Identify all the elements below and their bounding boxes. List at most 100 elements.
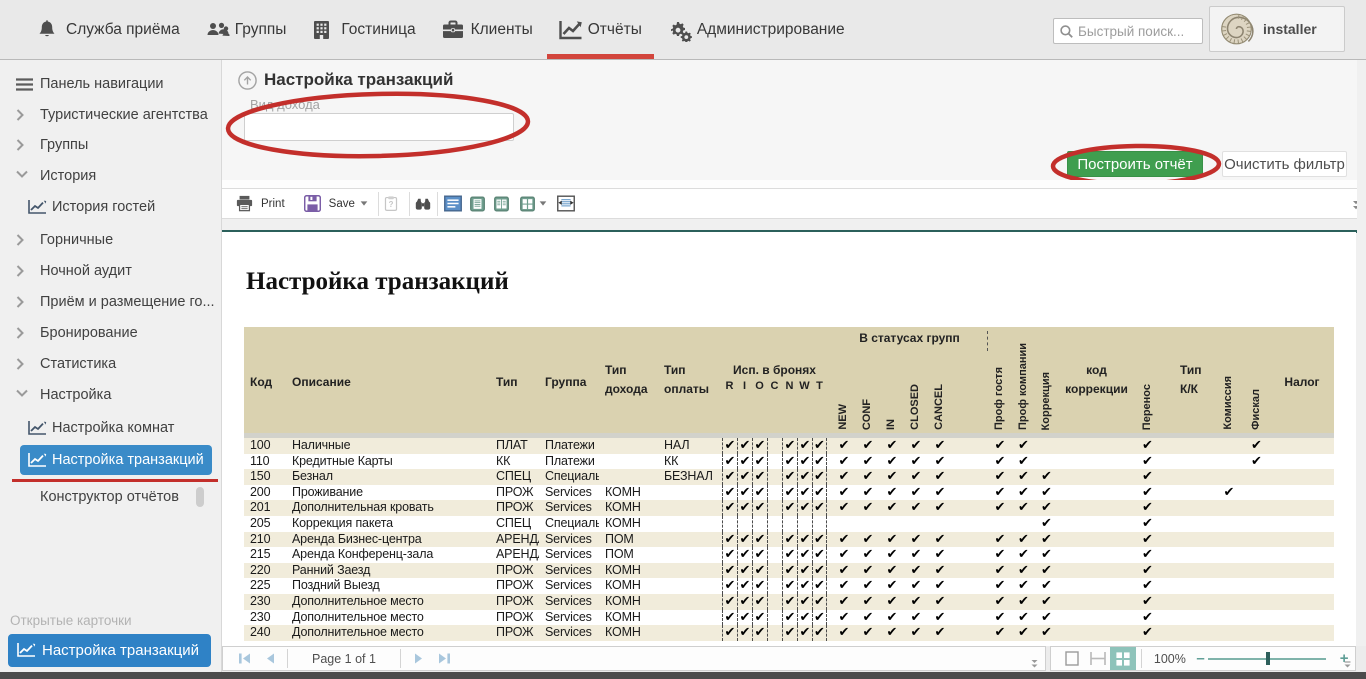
nav-tab-administration[interactable]: Администрирование <box>656 0 857 59</box>
cell-income: КОМН <box>599 594 658 610</box>
cell-status-cancel: ✔ <box>928 500 952 516</box>
save-dropdown-caret-icon[interactable] <box>360 201 368 206</box>
open-card-transaction-settings[interactable]: Настройка транзакций <box>8 634 211 667</box>
cell-status-closed: ✔ <box>904 438 928 454</box>
cell-group: Services <box>539 532 599 548</box>
sidebar-item-groups[interactable]: Группы <box>0 130 221 160</box>
zoom-overflow-icon[interactable] <box>1343 661 1352 669</box>
zoom-out-button[interactable]: – <box>1193 650 1209 667</box>
clear-filter-button[interactable]: Очистить фильтр <box>1222 151 1347 177</box>
user-menu[interactable]: installer <box>1209 6 1345 52</box>
cell-bookings-T: ✔ <box>812 469 827 485</box>
sidebar-item-statistics[interactable]: Статистика <box>0 349 221 379</box>
sidebar-item-settings[interactable]: Настройка <box>0 380 221 410</box>
nav-tab-reception[interactable]: Служба приёма <box>25 0 192 59</box>
view-mode-caret-icon[interactable] <box>539 201 547 206</box>
income-type-input[interactable] <box>244 113 514 141</box>
nav-tab-clients[interactable]: Клиенты <box>430 0 545 59</box>
one-page-icon[interactable] <box>1059 647 1085 670</box>
prev-page-button[interactable] <box>257 647 283 670</box>
cell-status-in: ✔ <box>880 532 904 548</box>
cell-desc: Безнал <box>286 469 490 485</box>
sidebar-item-housekeeping[interactable]: Горничные <box>0 225 221 255</box>
table-row[interactable]: 220Ранний ЗаездПРОЖServicesКОМН✔✔✔✔✔✔✔✔✔… <box>244 563 1334 579</box>
cell-bookings-W: ✔ <box>797 563 812 579</box>
cell-type: ПЛАТ <box>490 438 539 454</box>
sidebar-item-transaction-settings[interactable]: Настройка транзакций <box>20 445 212 475</box>
cell-corr_code <box>1058 485 1135 501</box>
save-button[interactable]: Save <box>304 195 368 212</box>
nav-tab-label: Клиенты <box>471 21 533 39</box>
table-row[interactable]: 215Аренда Конференц-залаАРЕНДАServicesПО… <box>244 547 1334 563</box>
col-header-commission: Комиссия <box>1222 376 1236 430</box>
nav-tab-groups[interactable]: Группы <box>194 0 299 59</box>
sidebar-item-booking[interactable]: Бронирование <box>0 318 221 348</box>
sidebar-item-history[interactable]: История <box>0 161 221 191</box>
table-row[interactable]: 230Дополнительное местоПРОЖServicesКОМН✔… <box>244 594 1334 610</box>
cell-type: ПРОЖ <box>490 578 539 594</box>
build-report-button[interactable]: Построить отчёт <box>1067 151 1203 177</box>
table-row[interactable]: 225Поздний ВыездПРОЖServicesКОМН✔✔✔✔✔✔✔✔… <box>244 578 1334 594</box>
pagination-overflow-icon[interactable] <box>1030 659 1039 669</box>
table-row[interactable]: 210Аренда Бизнес-центраАРЕНДАServicesПОМ… <box>244 532 1334 548</box>
col-header-correction: Коррекция <box>1040 372 1054 430</box>
cell-type: ПРОЖ <box>490 485 539 501</box>
cell-status-in: ✔ <box>880 485 904 501</box>
last-page-button[interactable] <box>431 647 457 670</box>
view-multi-page-button[interactable] <box>520 196 547 212</box>
nav-tab-hotel[interactable]: Гостиница <box>300 0 427 59</box>
cell-company: ✔ <box>1012 469 1035 485</box>
cell-guest: ✔ <box>988 469 1012 485</box>
table-row[interactable]: 240Дополнительное местоПРОЖServicesКОМН✔… <box>244 625 1334 641</box>
search-input[interactable] <box>1078 24 1193 39</box>
table-row[interactable]: 100НаличныеПЛАТПлатежиНАЛ✔✔✔✔✔✔✔✔✔✔✔✔✔✔✔ <box>244 438 1334 454</box>
nav-tab-reports[interactable]: Отчёты <box>547 0 654 59</box>
cell-spacer <box>952 547 988 563</box>
find-button[interactable] <box>415 197 431 211</box>
sidebar-scrollbar-thumb[interactable] <box>196 487 204 507</box>
sidebar-item-guest-history[interactable]: История гостей <box>0 192 221 222</box>
cell-status-cancel: ✔ <box>928 578 952 594</box>
table-row[interactable]: 110Кредитные КартыККПлатежиКК✔✔✔✔✔✔✔✔✔✔✔… <box>244 454 1334 470</box>
cell-tax <box>1270 516 1334 532</box>
cell-guest: ✔ <box>988 500 1012 516</box>
cell-pay <box>658 547 722 563</box>
page-width-button[interactable] <box>557 195 575 212</box>
col-header-corr_code: код коррекции <box>1058 361 1135 399</box>
users-icon <box>206 20 228 40</box>
view-facing-pages-button[interactable] <box>494 196 509 212</box>
fit-width-icon[interactable] <box>1085 647 1111 670</box>
zoom-slider-handle[interactable] <box>1266 652 1270 665</box>
cell-status-new: ✔ <box>832 454 856 470</box>
table-row[interactable]: 201Дополнительная кроватьПРОЖServicesКОМ… <box>244 500 1334 516</box>
cell-income <box>599 438 658 454</box>
circle-up-icon[interactable] <box>238 71 257 90</box>
pagination-bar: Page 1 of 1 <box>222 646 1046 671</box>
cell-status-conf: ✔ <box>856 563 880 579</box>
sidebar-item-night-audit[interactable]: Ночной аудит <box>0 256 221 286</box>
zoom-slider[interactable] <box>1208 647 1325 670</box>
chevron-right-icon <box>16 139 28 151</box>
view-single-page-button[interactable] <box>470 196 485 212</box>
sidebar-item-nav-panel[interactable]: Панель навигации <box>0 69 221 99</box>
first-page-button[interactable] <box>231 647 257 670</box>
print-button[interactable]: Print <box>236 195 285 212</box>
sidebar-item-report-builder[interactable]: Конструктор отчётов <box>0 482 221 512</box>
table-row[interactable]: 200ПроживаниеПРОЖServicesКОМН✔✔✔✔✔✔✔✔✔✔✔… <box>244 485 1334 501</box>
cell-bookings-C <box>767 516 782 532</box>
view-whole-page-button[interactable] <box>444 195 462 212</box>
sidebar-item-room-settings[interactable]: Настройка комнат <box>0 413 221 443</box>
cell-fiscal <box>1243 485 1270 501</box>
cell-bookings-T: ✔ <box>812 610 827 626</box>
table-row[interactable]: 205Коррекция пакетаСПЕЦСпециальныеКОМН✔✔ <box>244 516 1334 532</box>
cell-bookings-C <box>767 563 782 579</box>
cell-commission <box>1215 610 1243 626</box>
table-row[interactable]: 230Дополнительное местоПРОЖServicesКОМН✔… <box>244 610 1334 626</box>
cell-code: 230 <box>244 594 286 610</box>
sidebar-item-travel-agencies[interactable]: Туристические агентства <box>0 100 221 130</box>
next-page-button[interactable] <box>405 647 431 670</box>
sidebar-item-label: Бронирование <box>40 325 138 341</box>
sidebar-item-checkin[interactable]: Приём и размещение го... <box>0 287 221 317</box>
table-row[interactable]: 150БезналСПЕЦСпециальныеБЕЗНАЛ✔✔✔✔✔✔✔✔✔✔… <box>244 469 1334 485</box>
multi-page-grid-icon[interactable] <box>1110 647 1136 670</box>
